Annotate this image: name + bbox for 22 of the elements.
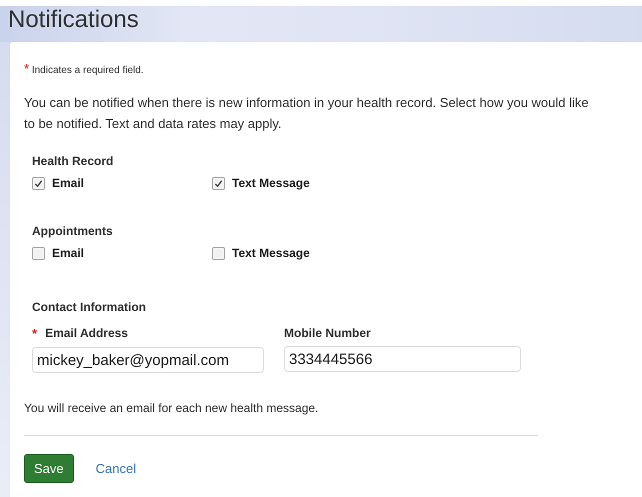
required-note: * Indicates a required field. [24, 61, 144, 76]
field-label: Mobile Number [284, 326, 371, 340]
section-heading: Appointments [32, 224, 113, 238]
checkbox[interactable] [212, 176, 225, 190]
checkbox-label[interactable]: Text Message [232, 246, 310, 260]
section-heading: Contact Information [32, 300, 146, 314]
input-field[interactable]: 3334445566 [284, 346, 521, 372]
page-title: Notifications [8, 6, 139, 34]
save-button[interactable]: Save [24, 454, 74, 483]
checkbox-label[interactable]: Text Message [232, 176, 310, 190]
section-heading: Health Record [32, 154, 114, 168]
checkbox[interactable] [32, 176, 45, 190]
cancel-link[interactable]: Cancel [96, 461, 136, 476]
checkbox-label[interactable]: Email [52, 176, 84, 190]
checkbox-label[interactable]: Email [52, 246, 84, 260]
field-label: Email Address [45, 326, 128, 341]
required-mark: * [32, 326, 38, 341]
input-field[interactable]: mickey_baker@yopmail.com [32, 347, 264, 373]
info-text: You will receive an email for each new health message. [24, 401, 318, 415]
checkbox[interactable] [212, 246, 225, 260]
checkbox[interactable] [32, 246, 45, 260]
intro-text: You can be notified when there is new information in your health record. Select how you would like to be notified. Text and data rates may apply. [24, 94, 590, 133]
